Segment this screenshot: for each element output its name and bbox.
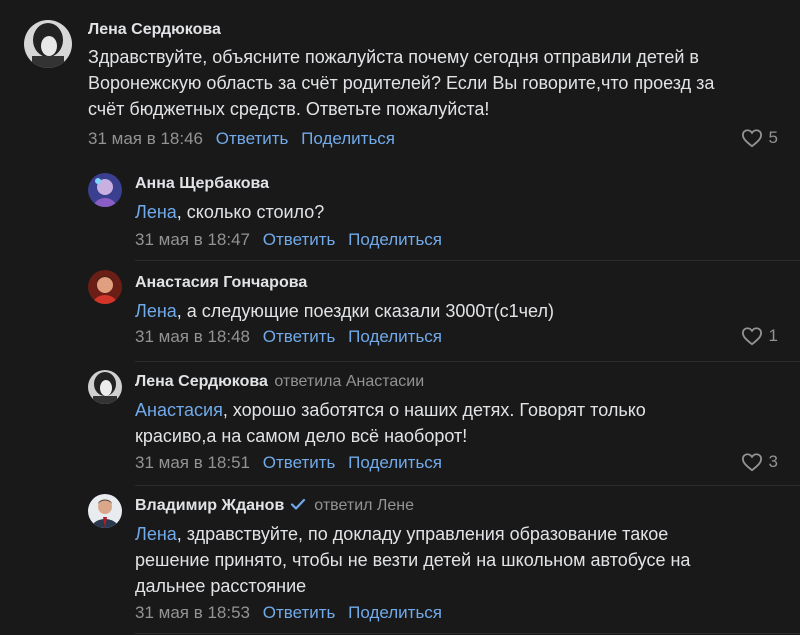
like-count: 5 xyxy=(768,128,778,147)
verified-check-icon xyxy=(291,498,306,510)
mention-link[interactable]: Анастасия xyxy=(135,400,223,420)
like-button[interactable]: 1 xyxy=(741,326,778,346)
like-count: 3 xyxy=(768,452,778,471)
comment-text: Анастасия, хорошо заботятся о наших детя… xyxy=(135,400,646,446)
replied-to[interactable]: ответил Лене xyxy=(314,497,414,514)
comment-text: Лена, сколько стоило? xyxy=(135,202,325,222)
like-count: 1 xyxy=(768,326,778,345)
like-button[interactable]: 5 xyxy=(741,128,778,148)
comment-meta: 31 мая в 18:51 Ответить Поделиться xyxy=(135,452,442,474)
avatar[interactable] xyxy=(88,173,122,207)
share-button[interactable]: Поделиться xyxy=(348,230,442,249)
heart-outline-icon xyxy=(741,453,762,472)
timestamp[interactable]: 31 мая в 18:46 xyxy=(88,129,203,148)
share-button[interactable]: Поделиться xyxy=(348,603,442,622)
reply-button[interactable]: Ответить xyxy=(263,230,336,249)
comment-reply: Владимир Жданов ответил Лене Лена, здравс… xyxy=(0,486,800,635)
heart-outline-icon xyxy=(741,129,762,148)
comment-meta: 31 мая в 18:48 Ответить Поделиться xyxy=(135,326,442,348)
author-name[interactable]: Лена Сердюкова xyxy=(88,20,221,40)
avatar[interactable] xyxy=(88,270,122,304)
comment-text: Лена, а следующие поездки сказали 3000т(… xyxy=(135,301,554,321)
timestamp[interactable]: 31 мая в 18:48 xyxy=(135,327,250,346)
avatar[interactable] xyxy=(88,370,122,404)
avatar[interactable] xyxy=(88,494,122,528)
like-button[interactable]: 3 xyxy=(741,452,778,472)
comment-meta: 31 мая в 18:46 Ответить Поделиться xyxy=(88,128,395,150)
comment-text: Здравствуйте, объясните пожалуйста почем… xyxy=(88,47,715,119)
mention-link[interactable]: Лена xyxy=(135,524,177,544)
divider xyxy=(135,260,800,261)
author-name[interactable]: Анна Щербакова xyxy=(135,174,269,194)
author-name[interactable]: Анастасия Гончарова xyxy=(135,273,307,293)
reply-button[interactable]: Ответить xyxy=(216,129,289,148)
divider xyxy=(135,633,800,634)
avatar[interactable] xyxy=(24,20,72,68)
comment-root: Лена Сердюкова Здравствуйте, объясните п… xyxy=(0,0,800,165)
share-button[interactable]: Поделиться xyxy=(348,453,442,472)
timestamp[interactable]: 31 мая в 18:47 xyxy=(135,230,250,249)
mention-link[interactable]: Лена xyxy=(135,202,177,222)
comment-reply: Анна Щербакова Лена, сколько стоило? 31 … xyxy=(0,165,800,261)
timestamp[interactable]: 31 мая в 18:53 xyxy=(135,603,250,622)
share-button[interactable]: Поделиться xyxy=(348,327,442,346)
reply-button[interactable]: Ответить xyxy=(263,327,336,346)
timestamp[interactable]: 31 мая в 18:51 xyxy=(135,453,250,472)
heart-outline-icon xyxy=(741,327,762,346)
reply-button[interactable]: Ответить xyxy=(263,453,336,472)
author-name[interactable]: Лена Сердюкова ответила Анастасии xyxy=(135,372,424,392)
author-name[interactable]: Владимир Жданов ответил Лене xyxy=(135,496,414,516)
replied-to[interactable]: ответила Анастасии xyxy=(274,373,424,390)
comment-reply: Лена Сердюкова ответила Анастасии Анаста… xyxy=(0,362,800,486)
share-button[interactable]: Поделиться xyxy=(301,129,395,148)
reply-button[interactable]: Ответить xyxy=(263,603,336,622)
mention-link[interactable]: Лена xyxy=(135,301,177,321)
comment-text: Лена, здравствуйте, по докладу управлени… xyxy=(135,524,691,596)
comment-meta: 31 мая в 18:47 Ответить Поделиться xyxy=(135,229,442,251)
comment-meta: 31 мая в 18:53 Ответить Поделиться xyxy=(135,602,442,624)
comment-reply: Анастасия Гончарова Лена, а следующие по… xyxy=(0,262,800,362)
